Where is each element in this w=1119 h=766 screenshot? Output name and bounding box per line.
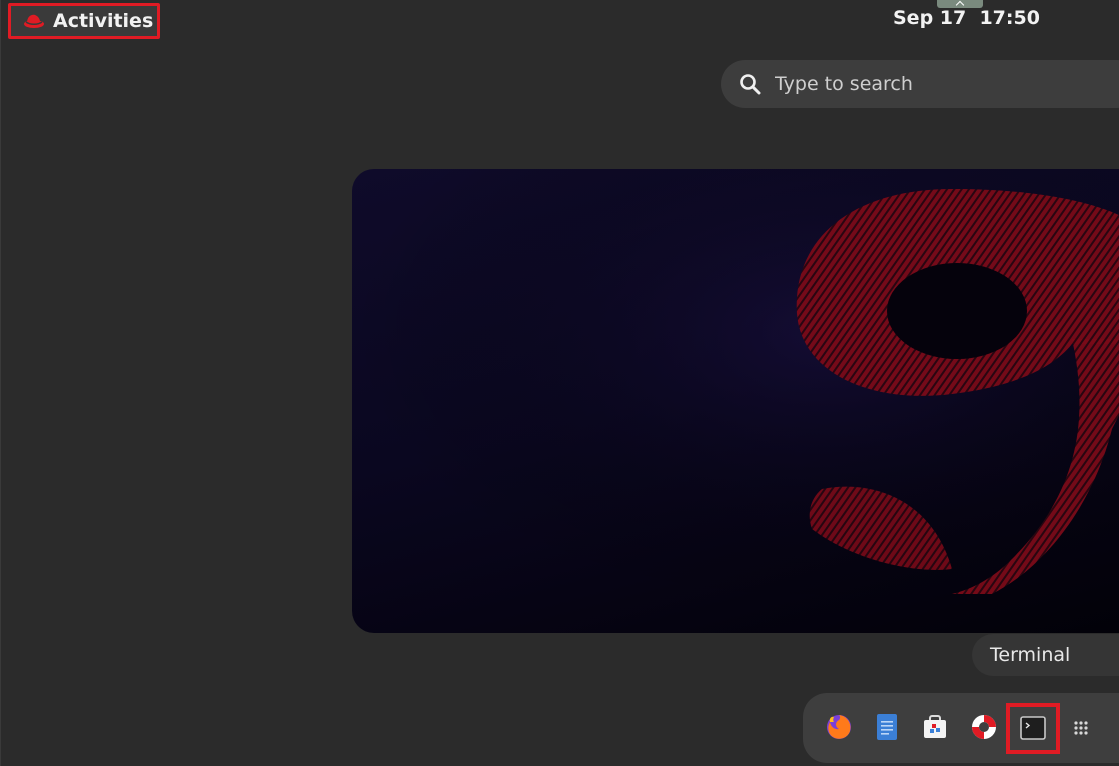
workspace-thumbnail[interactable] [352, 169, 1119, 633]
text-editor-icon [877, 714, 897, 740]
dash-item-software[interactable] [919, 711, 951, 743]
wallpaper-numeral-graphic [352, 169, 1119, 633]
search-input[interactable] [775, 73, 1075, 95]
firefox-icon [827, 715, 851, 739]
screen-edge [0, 0, 1, 766]
software-icon [924, 715, 946, 738]
redhat-logo-icon [24, 14, 44, 28]
activities-button[interactable]: Activities [8, 3, 160, 39]
search-icon [740, 74, 761, 95]
dash-show-applications[interactable] [1065, 712, 1097, 744]
app-grid-icon [1074, 721, 1088, 735]
desktop-overview: Activities Sep 17 17:50 Type to search T… [0, 0, 1119, 766]
dash-item-text-editor[interactable] [871, 711, 903, 743]
search-bar[interactable] [721, 60, 1119, 108]
dash-tooltip: Terminal [972, 634, 1119, 676]
help-icon [972, 715, 996, 739]
terminal-highlight-box [1006, 703, 1060, 754]
date-time-clock[interactable]: Sep 17 17:50 [893, 7, 1040, 33]
activities-label: Activities [53, 10, 154, 32]
dash-item-firefox[interactable] [823, 711, 855, 743]
dash-item-help[interactable] [968, 711, 1000, 743]
